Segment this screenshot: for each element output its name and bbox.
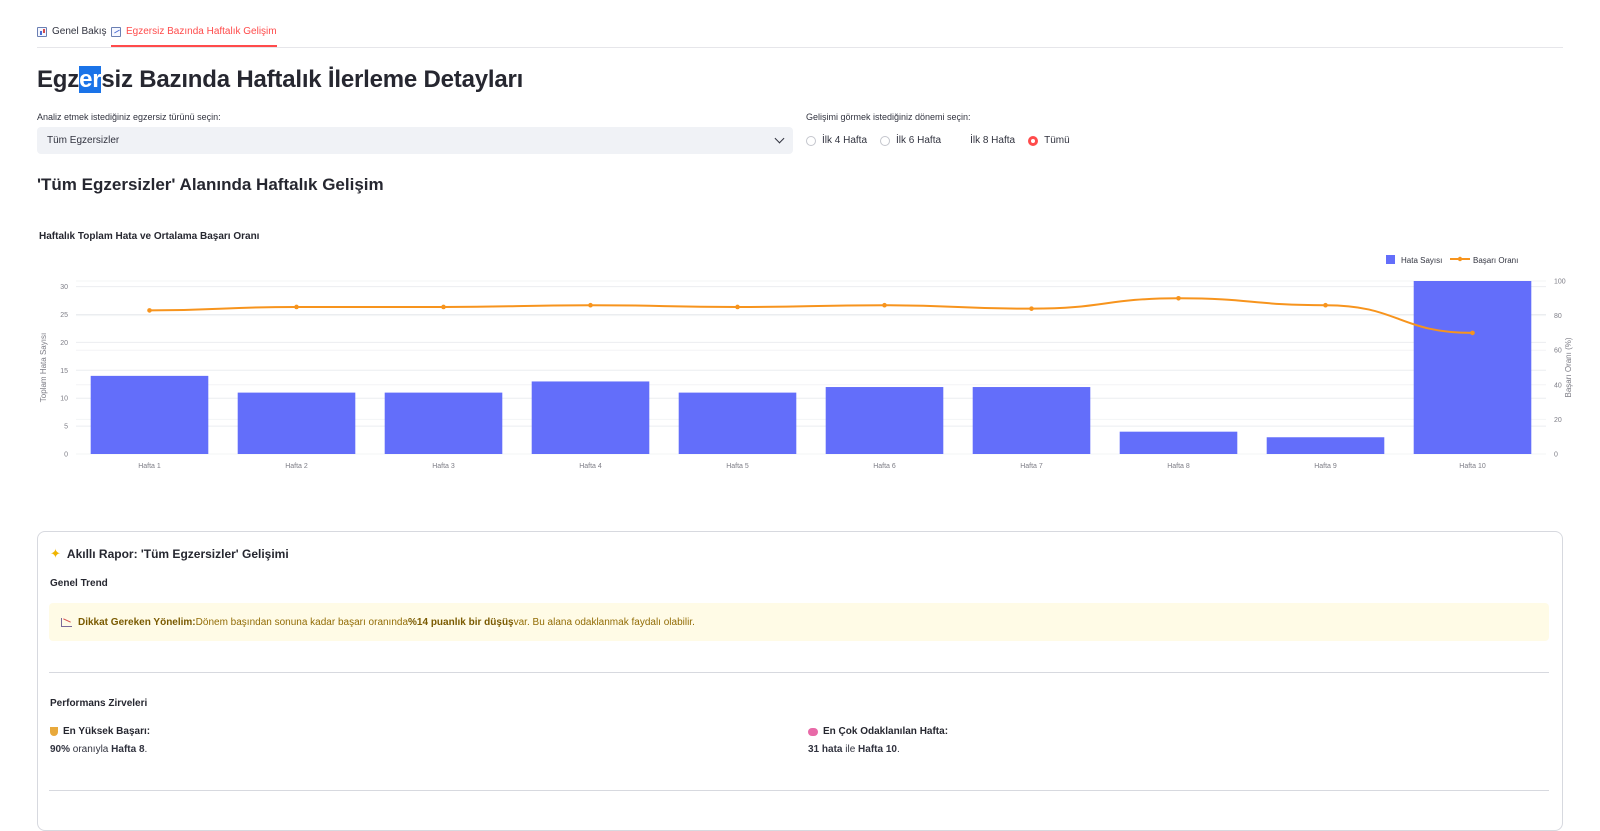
y-tick-right: 0 xyxy=(1554,452,1558,459)
x-tick-label: Hafta 7 xyxy=(1020,463,1043,470)
y-tick-left: 10 xyxy=(60,396,68,403)
highest-success-label: En Yüksek Başarı: xyxy=(50,726,150,737)
legend-swatch-hata-sayisi xyxy=(1386,255,1395,264)
bar-hafta-5 xyxy=(678,392,797,454)
line-point xyxy=(1176,296,1181,301)
x-tick-label: Hafta 9 xyxy=(1314,463,1337,470)
line-point xyxy=(882,302,887,308)
x-tick-label: Hafta 4 xyxy=(579,463,602,470)
bar-hafta-7 xyxy=(972,387,1091,454)
most-focused-value: 31 hata ile Hafta 10. xyxy=(808,744,900,755)
highest-success-value: 90% oranıyla Hafta 8. xyxy=(50,744,148,755)
section-title: 'Tüm Egzersizler' Alanında Haftalık Geli… xyxy=(37,175,384,194)
line-point xyxy=(294,304,299,310)
trend-down-icon xyxy=(61,617,72,627)
bar-hafta-10 xyxy=(1413,281,1532,454)
period-radio-group: İlk 4 Hafta İlk 6 Hafta İlk 8 Hafta Tümü xyxy=(806,135,1083,146)
bar-hafta-2 xyxy=(237,392,356,454)
y-tick-right: 60 xyxy=(1554,348,1562,355)
line-point xyxy=(735,304,740,310)
radio-tumu[interactable]: Tümü xyxy=(1028,135,1070,146)
y-tick-right: 20 xyxy=(1554,417,1562,424)
tab-bar: Genel Bakış Egzersiz Bazında Haftalık Ge… xyxy=(37,18,1563,48)
x-tick-label: Hafta 2 xyxy=(285,463,308,470)
bar-hafta-3 xyxy=(384,392,503,454)
bar-hafta-6 xyxy=(825,387,944,454)
peaks-heading: Performans Zirveleri xyxy=(50,698,148,709)
weekly-chart: 0 5 10 15 20 25 30 0 20 40 60 80 100 Hafta 1 Hafta 2 Ha… xyxy=(39,255,1573,470)
y-axis-label-right: Başarı Oranı (%) xyxy=(1564,337,1573,397)
line-point xyxy=(147,308,152,313)
bar-hafta-1 xyxy=(90,375,209,454)
x-tick-label: Hafta 1 xyxy=(138,463,161,470)
line-point xyxy=(1029,306,1034,311)
y-tick-right: 80 xyxy=(1554,313,1562,320)
y-tick-right: 40 xyxy=(1554,382,1562,389)
period-label: Gelişimi görmek istediğiniz dönemi seçin… xyxy=(806,112,971,122)
y-axis-label-left: Toplam Hata Sayısı xyxy=(39,333,48,402)
x-tick-label: Hafta 3 xyxy=(432,463,455,470)
radio-ilk-4-hafta[interactable]: İlk 4 Hafta xyxy=(806,135,867,146)
y-tick-left: 25 xyxy=(60,312,68,319)
tab-label: Genel Bakış xyxy=(52,26,107,37)
trend-heading: Genel Trend xyxy=(50,578,108,589)
bar-chart-icon xyxy=(37,26,47,37)
bar-hafta-4 xyxy=(531,381,650,454)
radio-ilk-6-hafta[interactable]: İlk 6 Hafta xyxy=(880,135,941,146)
chevron-down-icon xyxy=(774,133,785,144)
line-point xyxy=(441,304,446,310)
y-tick-left: 5 xyxy=(64,424,68,431)
radio-ilk-8-hafta[interactable]: İlk 8 Hafta xyxy=(954,135,1015,146)
most-focused-label: En Çok Odaklanılan Hafta: xyxy=(808,726,948,737)
line-chart-icon xyxy=(111,26,121,37)
y-tick-left: 15 xyxy=(60,368,68,375)
y-tick-left: 20 xyxy=(60,340,68,347)
bar-hafta-8 xyxy=(1119,431,1238,454)
sparkles-icon: ✦ xyxy=(50,546,61,561)
exercise-select-value: Tüm Egzersizler xyxy=(47,135,120,146)
line-point xyxy=(1323,302,1328,308)
trophy-icon xyxy=(50,727,58,736)
bar-hafta-9 xyxy=(1266,437,1385,454)
x-tick-label: Hafta 8 xyxy=(1167,463,1190,470)
y-tick-left: 30 xyxy=(60,284,68,291)
y-tick-left: 0 xyxy=(64,452,68,459)
divider xyxy=(49,672,1549,673)
report-title: ✦ Akıllı Rapor: 'Tüm Egzersizler' Gelişi… xyxy=(50,546,289,561)
line-point xyxy=(1470,330,1475,336)
brain-icon xyxy=(808,727,818,736)
warning-alert: Dikkat Gereken Yönelim: Dönem başından s… xyxy=(49,603,1549,641)
exercise-select-label: Analiz etmek istediğiniz egzersiz türünü… xyxy=(37,112,221,122)
tab-genel-bakis[interactable]: Genel Bakış xyxy=(37,26,106,37)
y-tick-right: 100 xyxy=(1554,279,1566,286)
legend-marker-basari-orani xyxy=(1457,256,1463,262)
x-tick-label: Hafta 6 xyxy=(873,463,896,470)
tab-egzersiz-gelisim[interactable]: Egzersiz Bazında Haftalık Gelişim xyxy=(111,26,277,47)
tab-label: Egzersiz Bazında Haftalık Gelişim xyxy=(126,26,277,37)
x-tick-label: Hafta 5 xyxy=(726,463,749,470)
legend-label-basari-orani: Başarı Oranı xyxy=(1473,256,1518,265)
smart-report: ✦ Akıllı Rapor: 'Tüm Egzersizler' Gelişi… xyxy=(37,531,1563,831)
page-title: Egzersiz Bazında Haftalık İlerleme Detay… xyxy=(37,66,524,93)
divider xyxy=(49,790,1549,791)
exercise-select[interactable]: Tüm Egzersizler xyxy=(37,127,793,154)
selected-text: er xyxy=(79,66,102,93)
chart-title: Haftalık Toplam Hata ve Ortalama Başarı … xyxy=(39,231,260,242)
legend-label-hata-sayisi: Hata Sayısı xyxy=(1401,256,1442,265)
line-point xyxy=(588,302,593,308)
x-tick-label: Hafta 10 xyxy=(1459,463,1486,470)
